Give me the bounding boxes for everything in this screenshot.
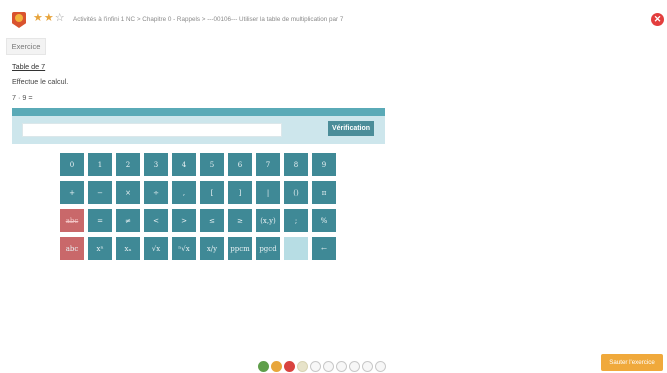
key-comma[interactable]: ,: [172, 181, 196, 204]
question-text: 7 · 9 =: [12, 93, 33, 102]
star-filled-icon: ★: [43, 12, 54, 24]
key-6[interactable]: 6: [228, 153, 252, 176]
progress-indicator: [258, 361, 386, 372]
key-coordinates[interactable]: (x,y): [256, 209, 280, 232]
progress-dot: [284, 361, 295, 372]
key-equals[interactable]: =: [88, 209, 112, 232]
key-sqrt[interactable]: √x: [144, 237, 168, 260]
key-pgcd[interactable]: pgcd: [256, 237, 280, 260]
progress-dot: [362, 361, 373, 372]
key-greater-than[interactable]: >: [172, 209, 196, 232]
key-1[interactable]: 1: [88, 153, 112, 176]
answer-area: Vérification: [12, 116, 385, 144]
math-keypad: 0 1 2 3 4 5 6 7 8 9 + − × ÷ , [ ] | () π…: [60, 153, 336, 260]
answer-header-strip: [12, 108, 385, 116]
progress-dot: [310, 361, 321, 372]
skip-exercise-button[interactable]: Sauter l'exercice: [601, 354, 663, 371]
key-5[interactable]: 5: [200, 153, 224, 176]
key-close-bracket[interactable]: ]: [228, 181, 252, 204]
key-pipe[interactable]: |: [256, 181, 280, 204]
key-open-bracket[interactable]: [: [200, 181, 224, 204]
key-2[interactable]: 2: [116, 153, 140, 176]
verify-button[interactable]: Vérification: [328, 121, 374, 136]
progress-dot: [323, 361, 334, 372]
key-nth-root[interactable]: ⁿ√x: [172, 237, 196, 260]
key-9[interactable]: 9: [312, 153, 336, 176]
key-ppcm[interactable]: ppcm: [228, 237, 252, 260]
answer-input[interactable]: [22, 123, 282, 137]
progress-dot: [375, 361, 386, 372]
key-empty: [284, 237, 308, 260]
progress-dot: [349, 361, 360, 372]
key-minus[interactable]: −: [88, 181, 112, 204]
key-abc[interactable]: abc: [60, 237, 84, 260]
key-abc-toggle[interactable]: abc: [60, 209, 84, 232]
breadcrumb[interactable]: Activités à l'infini 1 NC > Chapitre 0 -…: [73, 16, 343, 23]
key-less-equal[interactable]: ≤: [200, 209, 224, 232]
key-0[interactable]: 0: [60, 153, 84, 176]
key-fraction[interactable]: x/y: [200, 237, 224, 260]
key-4[interactable]: 4: [172, 153, 196, 176]
key-less-than[interactable]: <: [144, 209, 168, 232]
key-semicolon[interactable]: ;: [284, 209, 308, 232]
difficulty-stars: ★ ★ ☆: [33, 13, 65, 24]
key-parentheses[interactable]: (): [284, 181, 308, 204]
progress-dot: [297, 361, 308, 372]
key-power[interactable]: xⁿ: [88, 237, 112, 260]
progress-dot: [258, 361, 269, 372]
key-8[interactable]: 8: [284, 153, 308, 176]
tab-exercise[interactable]: Exercice: [6, 38, 46, 55]
star-filled-icon: ★: [33, 12, 43, 24]
progress-dot: [271, 361, 282, 372]
app-logo-icon: [12, 12, 26, 28]
key-7[interactable]: 7: [256, 153, 280, 176]
key-pi[interactable]: π: [312, 181, 336, 204]
key-divide[interactable]: ÷: [144, 181, 168, 204]
star-empty-icon: ☆: [54, 12, 65, 24]
key-percent[interactable]: %: [312, 209, 336, 232]
key-subscript[interactable]: xₙ: [116, 237, 140, 260]
key-not-equal[interactable]: ≠: [116, 209, 140, 232]
instruction-text: Effectue le calcul.: [12, 77, 69, 86]
progress-dot: [336, 361, 347, 372]
key-backspace[interactable]: ←: [312, 237, 336, 260]
key-plus[interactable]: +: [60, 181, 84, 204]
exercise-title[interactable]: Table de 7: [12, 62, 45, 71]
key-3[interactable]: 3: [144, 153, 168, 176]
key-greater-equal[interactable]: ≥: [228, 209, 252, 232]
key-times[interactable]: ×: [116, 181, 140, 204]
top-bar: ★ ★ ☆ Activités à l'infini 1 NC > Chapit…: [0, 0, 667, 34]
close-button[interactable]: ✕: [651, 13, 664, 26]
